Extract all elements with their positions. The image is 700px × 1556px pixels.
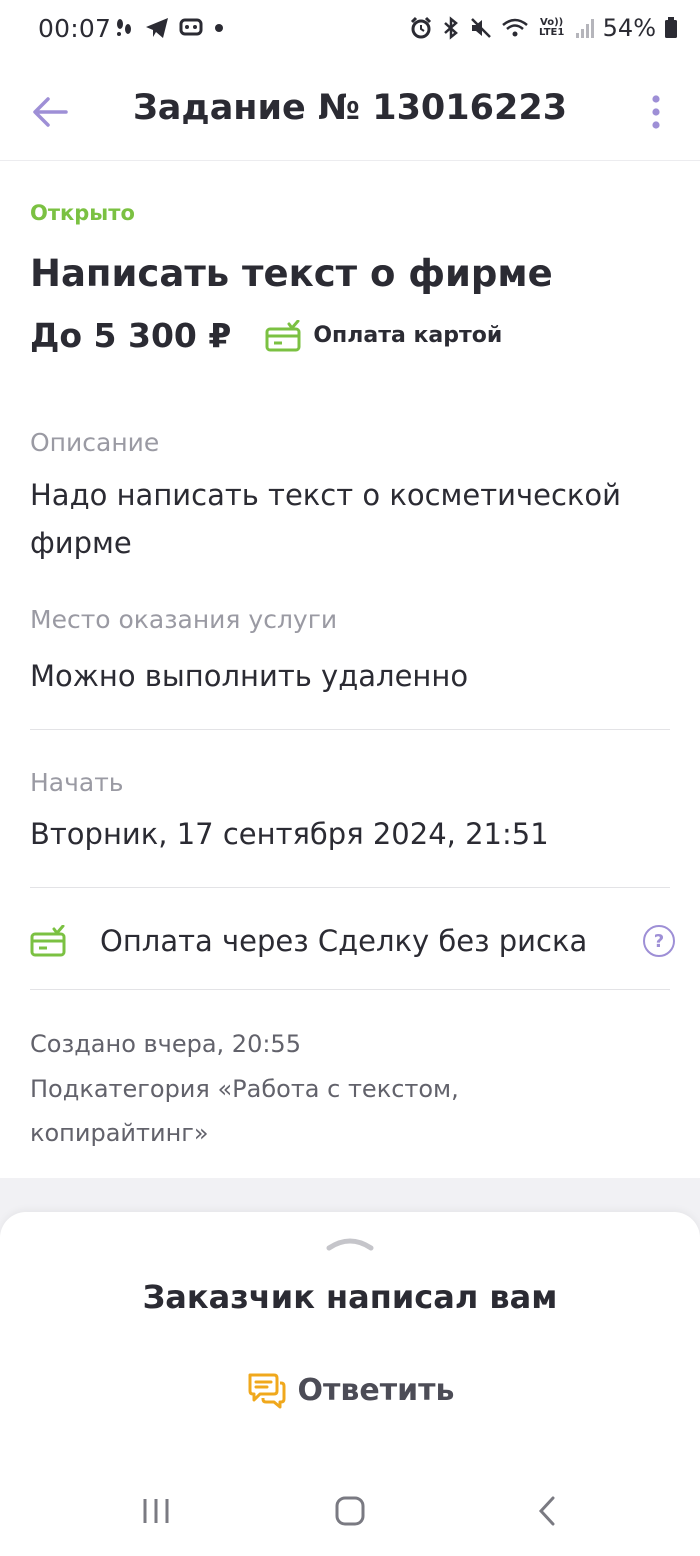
more-notifications-dot-icon xyxy=(215,24,223,32)
recent-apps-button[interactable] xyxy=(126,1486,186,1536)
description-value: Надо написать текст о косметической фирм… xyxy=(30,478,622,560)
payment-method-label: Оплата картой xyxy=(313,323,503,348)
recent-apps-icon xyxy=(143,1499,169,1523)
system-back-button[interactable] xyxy=(517,1486,577,1536)
wifi-icon xyxy=(501,18,528,37)
status-time: 00:07 xyxy=(38,14,112,43)
app-notification-icon xyxy=(179,18,203,36)
sheet-title: Заказчик написал вам xyxy=(142,1278,558,1316)
telegram-icon xyxy=(146,18,168,38)
bluetooth-icon xyxy=(443,16,458,40)
task-title: Написать текст о фирме xyxy=(30,252,553,295)
reply-button[interactable]: Ответить xyxy=(240,1362,460,1418)
mute-icon xyxy=(470,18,491,38)
task-price: До 5 300 ₽ xyxy=(30,316,232,355)
system-status: Vo)) LTE1 54% xyxy=(409,14,678,42)
signal-icon xyxy=(575,19,594,38)
price-row: До 5 300 ₽ Оплата картой xyxy=(30,316,670,355)
status-badge: Открыто xyxy=(30,201,135,225)
battery-percent: 54% xyxy=(602,14,656,42)
help-icon[interactable]: ? xyxy=(643,925,675,957)
divider xyxy=(30,887,670,888)
reply-label: Ответить xyxy=(297,1372,455,1408)
card-check-icon xyxy=(30,925,66,957)
chevron-up-icon xyxy=(326,1238,374,1251)
network-type: Vo)) LTE1 xyxy=(538,17,565,38)
app-bar: Задание № 13016223 xyxy=(0,62,700,161)
page-title: Задание № 13016223 xyxy=(132,88,568,128)
sheet-expand-handle[interactable] xyxy=(326,1232,374,1256)
subcategory: Подкатегория «Работа с текстом, копирайт… xyxy=(30,1075,459,1147)
battery-icon xyxy=(665,17,677,38)
system-navigation-bar xyxy=(0,1466,700,1556)
created-date: Создано вчера, 20:55 xyxy=(30,1030,301,1058)
payment-method: Оплата картой xyxy=(265,319,503,352)
start-label: Начать xyxy=(30,768,124,797)
start-value: Вторник, 17 сентября 2024, 21:51 xyxy=(30,817,549,851)
divider xyxy=(30,989,670,990)
home-icon xyxy=(335,1496,365,1526)
more-vertical-icon xyxy=(652,95,660,129)
place-label: Место оказания услуги xyxy=(30,605,338,634)
chat-icon xyxy=(248,1373,285,1409)
card-check-icon xyxy=(265,319,301,351)
divider xyxy=(30,729,670,730)
safe-deal-row: Оплата через Сделку без риска ? xyxy=(30,913,675,969)
home-button[interactable] xyxy=(320,1486,380,1536)
status-bar: 00:07 Vo)) LTE1 54% xyxy=(0,0,700,62)
place-value: Можно выполнить удаленно xyxy=(30,659,469,693)
alarm-icon xyxy=(410,16,431,39)
footsteps-icon xyxy=(117,19,131,36)
more-options-button[interactable] xyxy=(634,84,678,140)
safe-deal-label: Оплата через Сделку без риска xyxy=(100,924,588,958)
chevron-left-icon xyxy=(538,1496,555,1526)
notification-icons xyxy=(112,16,226,40)
description-label: Описание xyxy=(30,428,160,457)
